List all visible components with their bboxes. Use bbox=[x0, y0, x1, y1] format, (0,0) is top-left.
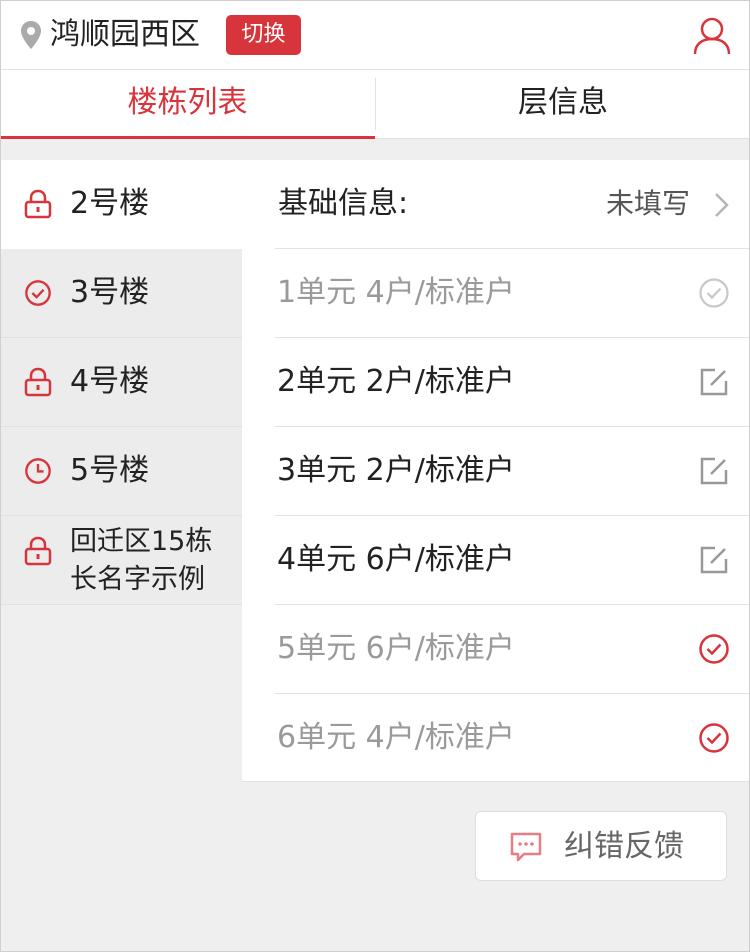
unit-text: 2单元 2户/标准户 bbox=[277, 364, 515, 399]
unit-row-5[interactable]: 5单元 6户/标准户 bbox=[275, 605, 750, 694]
unit-text: 3单元 2户/标准户 bbox=[277, 453, 515, 488]
edit-icon[interactable] bbox=[698, 455, 730, 487]
top-bar: 鸿顺园西区 切换 bbox=[0, 0, 750, 70]
building-label: 3号楼 bbox=[70, 275, 150, 310]
clock-icon bbox=[25, 458, 51, 484]
tab-building-list[interactable]: 楼栋列表 bbox=[0, 70, 375, 139]
unit-row-3[interactable]: 3单元 2户/标准户 bbox=[275, 427, 750, 516]
check-circle-icon bbox=[25, 280, 51, 306]
chat-icon bbox=[510, 832, 542, 862]
unit-row-6[interactable]: 6单元 4户/标准户 bbox=[275, 694, 750, 783]
check-circle-gray-icon bbox=[699, 278, 729, 308]
lock-icon bbox=[24, 536, 52, 566]
feedback-button[interactable]: 纠错反馈 bbox=[475, 811, 727, 881]
check-circle-red-icon bbox=[699, 634, 729, 664]
community-name: 鸿顺园西区 bbox=[50, 17, 200, 52]
building-item-3[interactable]: 3号楼 bbox=[0, 249, 242, 338]
lock-icon bbox=[24, 189, 52, 219]
unit-row-1[interactable]: 1单元 4户/标准户 bbox=[275, 249, 750, 338]
unit-text: 4单元 6户/标准户 bbox=[277, 542, 515, 577]
switch-button[interactable]: 切换 bbox=[226, 15, 301, 55]
lock-icon bbox=[24, 367, 52, 397]
building-item-huiqian-15[interactable]: 回迁区15栋长名字示例 bbox=[0, 516, 242, 605]
building-label: 4号楼 bbox=[70, 364, 150, 399]
unit-text: 6单元 4户/标准户 bbox=[277, 720, 515, 755]
tab-floor-info[interactable]: 层信息 bbox=[376, 70, 750, 139]
building-item-4[interactable]: 4号楼 bbox=[0, 338, 242, 427]
unit-text: 1单元 4户/标准户 bbox=[277, 275, 515, 310]
basic-info-row[interactable]: 基础信息: 未填写 bbox=[275, 160, 750, 249]
building-label: 2号楼 bbox=[70, 186, 150, 221]
unit-text: 5单元 6户/标准户 bbox=[277, 631, 515, 666]
user-icon[interactable] bbox=[692, 16, 732, 56]
unit-row-4[interactable]: 4单元 6户/标准户 bbox=[275, 516, 750, 605]
basic-info-label: 基础信息: bbox=[278, 186, 409, 221]
edit-icon[interactable] bbox=[698, 544, 730, 576]
building-label: 5号楼 bbox=[70, 453, 150, 488]
map-pin-icon bbox=[21, 21, 41, 49]
unit-row-2[interactable]: 2单元 2户/标准户 bbox=[275, 338, 750, 427]
tab-bar: 楼栋列表 层信息 bbox=[0, 70, 750, 139]
building-item-2[interactable]: 2号楼 bbox=[0, 160, 275, 249]
chevron-right-icon bbox=[715, 193, 729, 217]
building-item-5[interactable]: 5号楼 bbox=[0, 427, 242, 516]
building-label: 回迁区15栋长名字示例 bbox=[70, 526, 213, 595]
check-circle-red-icon bbox=[699, 723, 729, 753]
feedback-label: 纠错反馈 bbox=[564, 829, 684, 864]
edit-icon[interactable] bbox=[698, 366, 730, 398]
basic-info-value: 未填写 bbox=[605, 187, 690, 220]
